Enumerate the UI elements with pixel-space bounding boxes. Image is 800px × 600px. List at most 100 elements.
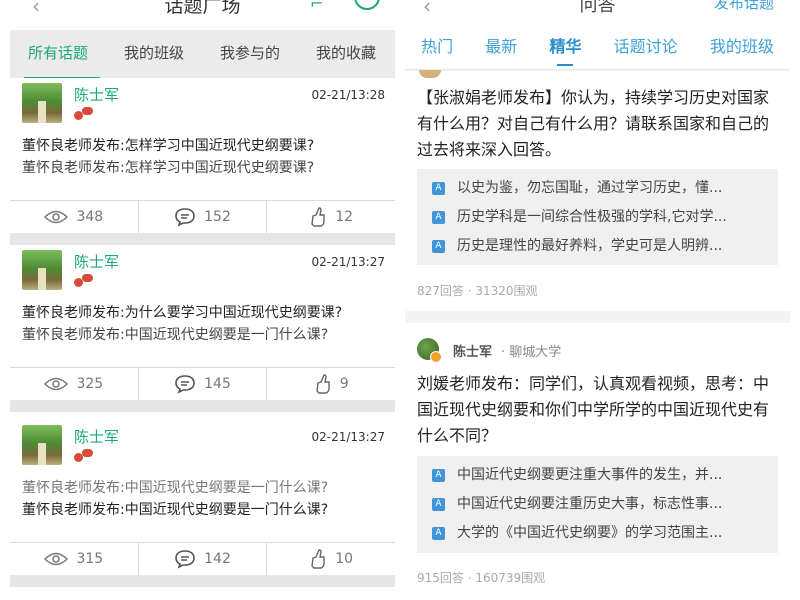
post-stats: 348 152 12: [10, 200, 395, 233]
divider: [10, 233, 395, 245]
answer-item[interactable]: A 大学的《中国近代史纲要》的学习范围主...: [417, 519, 778, 548]
views-count: 315: [76, 551, 104, 567]
answer-a-icon: A: [432, 498, 445, 511]
comment-bubble-icon: [175, 375, 195, 394]
tab-featured[interactable]: 精华: [547, 24, 583, 70]
flag-icon[interactable]: ⌐: [310, 0, 323, 13]
views-stat[interactable]: 325: [10, 368, 139, 400]
post-time: 02-21/13:28: [311, 88, 386, 102]
post-title[interactable]: 董怀良老师发布:为什么要学习中国近现代史纲要课?: [22, 302, 342, 322]
likes-count: 12: [335, 209, 354, 225]
chat-badge-icon: [74, 274, 93, 290]
thumbs-up-icon: [311, 549, 325, 569]
likes-stat[interactable]: 10: [267, 543, 395, 575]
comments-stat[interactable]: 152: [139, 201, 268, 233]
answer-item[interactable]: A 以史为鉴，勿忘国耻，通过学习历史，懂...: [417, 174, 778, 203]
post-summary[interactable]: 董怀良老师发布:中国近现代史纲要是一门什么课?: [22, 324, 328, 344]
post-time: 02-21/13:27: [311, 255, 386, 269]
post-summary[interactable]: 董怀良老师发布:中国近现代史纲要是一门什么课?: [22, 499, 328, 519]
avatar[interactable]: [22, 425, 62, 465]
avatar: [419, 70, 441, 78]
comment-bubble-icon: [175, 550, 195, 569]
qa-tabs: 热门 最新 精华 话题讨论 我的班级: [405, 24, 790, 70]
post-summary[interactable]: 董怀良老师发布:怎样学习中国近现代史纲要课?: [22, 157, 314, 177]
answer-a-icon: A: [432, 240, 445, 253]
views-count: 348: [76, 209, 104, 225]
post-title[interactable]: 董怀良老师发布:怎样学习中国近现代史纲要课?: [22, 135, 314, 155]
likes-stat[interactable]: 9: [267, 368, 395, 400]
chat-badge-icon: [74, 449, 93, 465]
answer-item[interactable]: A 中国近代史纲要注重历史大事，标志性事...: [417, 490, 778, 519]
question-card[interactable]: 【张淑娟老师发布】你认为，持续学习历史对国家有什么用？对自己有什么用？请联系国家…: [405, 70, 790, 311]
author-name[interactable]: 陈士军: [74, 426, 119, 447]
tab-my-class[interactable]: 我的班级: [106, 30, 202, 80]
answer-snippet: 以史为鉴，勿忘国耻，通过学习历史，懂...: [457, 180, 723, 196]
comment-bubble-icon: [175, 208, 195, 227]
post-stats: 325 145 9: [10, 367, 395, 400]
topic-post[interactable]: 陈士军 02-21/13:28 董怀良老师发布:怎样学习中国近现代史纲要课? 董…: [10, 78, 395, 253]
post-title[interactable]: 董怀良老师发布:中国近现代史纲要是一门什么课?: [22, 477, 328, 497]
views-count: 325: [76, 376, 104, 392]
thumbs-up-icon: [311, 207, 325, 227]
answer-list: A 中国近代史纲要更注重大事件的发生，并... A 中国近代史纲要注重历史大事，标志…: [417, 456, 778, 553]
likes-count: 10: [335, 551, 354, 567]
answer-snippet: 历史学科是一间综合性极强的学科,它对学...: [457, 209, 727, 225]
left-panel: ‹ 话题广场 ⌐ 所有话题 我的班级 我参与的 我的收藏 陈士军 02-21/1…: [10, 0, 395, 600]
post-stats: 315 142 10: [10, 542, 395, 575]
avatar[interactable]: [417, 338, 442, 363]
likes-count: 9: [339, 376, 349, 392]
comments-stat[interactable]: 145: [139, 368, 268, 400]
chat-badge-icon: [74, 107, 93, 123]
answer-item[interactable]: A 历史是理性的最好养料，学史可是人明辨...: [417, 232, 778, 261]
author-name[interactable]: 陈士军: [74, 84, 119, 105]
author-name[interactable]: 陈士军: [74, 251, 119, 272]
card-meta: 827回答 · 31320围观: [417, 284, 538, 298]
tab-topic-discussion[interactable]: 话题讨论: [612, 24, 680, 70]
author-school: · 聊城大学: [501, 345, 562, 360]
comments-count: 142: [204, 551, 231, 567]
answer-item[interactable]: A 历史学科是一间综合性极强的学科,它对学...: [417, 203, 778, 232]
answer-a-icon: A: [432, 211, 445, 224]
post-topic-button[interactable]: 发布话题: [714, 0, 774, 13]
answer-a-icon: A: [432, 469, 445, 482]
card-meta: 915回答 · 160739围观: [417, 571, 546, 585]
tab-hot[interactable]: 热门: [419, 24, 455, 70]
answer-list: A 以史为鉴，勿忘国耻，通过学习历史，懂... A 历史学科是一间综合性极强的学科,…: [417, 169, 778, 265]
answer-a-icon: A: [432, 182, 445, 195]
avatar[interactable]: [22, 250, 62, 290]
right-topbar: ‹ 问答 发布话题: [405, 0, 790, 24]
topic-post[interactable]: 陈士军 02-21/13:27 董怀良老师发布:为什么要学习中国近现代史纲要课?…: [10, 245, 395, 420]
tab-latest[interactable]: 最新: [483, 24, 519, 70]
page-title: 话题广场: [164, 0, 241, 17]
answer-snippet: 中国近代史纲要更注重大事件的发生，并...: [457, 467, 723, 483]
answer-item[interactable]: A 中国近代史纲要更注重大事件的发生，并...: [417, 461, 778, 490]
comments-stat[interactable]: 142: [139, 543, 268, 575]
left-topbar: ‹ 话题广场 ⌐: [10, 0, 395, 24]
tab-participated[interactable]: 我参与的: [202, 30, 298, 80]
topic-post[interactable]: 陈士军 02-21/13:27 董怀良老师发布:中国近现代史纲要是一门什么课? …: [10, 420, 395, 595]
eye-icon: [44, 377, 69, 391]
post-time: 02-21/13:27: [311, 430, 386, 444]
answer-snippet: 中国近代史纲要注重历史大事，标志性事...: [457, 496, 723, 512]
answer-a-icon: A: [432, 527, 445, 540]
views-stat[interactable]: 348: [10, 201, 139, 233]
eye-icon: [44, 552, 69, 566]
topic-tabs: 所有话题 我的班级 我参与的 我的收藏: [10, 30, 395, 80]
comments-count: 152: [204, 209, 231, 225]
divider: [10, 400, 395, 412]
question-text[interactable]: 刘媛老师发布：同学们，认真观看视频，思考：中国近现代史纲要和你们中学所学的中国近…: [417, 371, 782, 449]
tab-my-class[interactable]: 我的班级: [708, 24, 776, 70]
comments-count: 145: [204, 376, 231, 392]
answer-snippet: 大学的《中国近代史纲要》的学习范围主...: [457, 525, 723, 541]
eye-icon: [44, 210, 69, 224]
thumbs-up-icon: [315, 374, 330, 394]
question-card[interactable]: 陈士军 · 聊城大学 刘媛老师发布：同学们，认真观看视频，思考：中国近现代史纲要…: [405, 323, 790, 600]
author-name[interactable]: 陈士军: [453, 341, 492, 360]
tab-favorites[interactable]: 我的收藏: [298, 30, 394, 80]
tab-all-topics[interactable]: 所有话题: [10, 30, 106, 80]
right-panel: ‹ 问答 发布话题 热门 最新 精华 话题讨论 我的班级 【张淑娟老师发布】你认…: [405, 0, 790, 600]
likes-stat[interactable]: 12: [267, 201, 395, 233]
views-stat[interactable]: 315: [10, 543, 139, 575]
question-text[interactable]: 【张淑娟老师发布】你认为，持续学习历史对国家有什么用？对自己有什么用？请联系国家…: [417, 85, 782, 163]
avatar[interactable]: [22, 83, 62, 123]
